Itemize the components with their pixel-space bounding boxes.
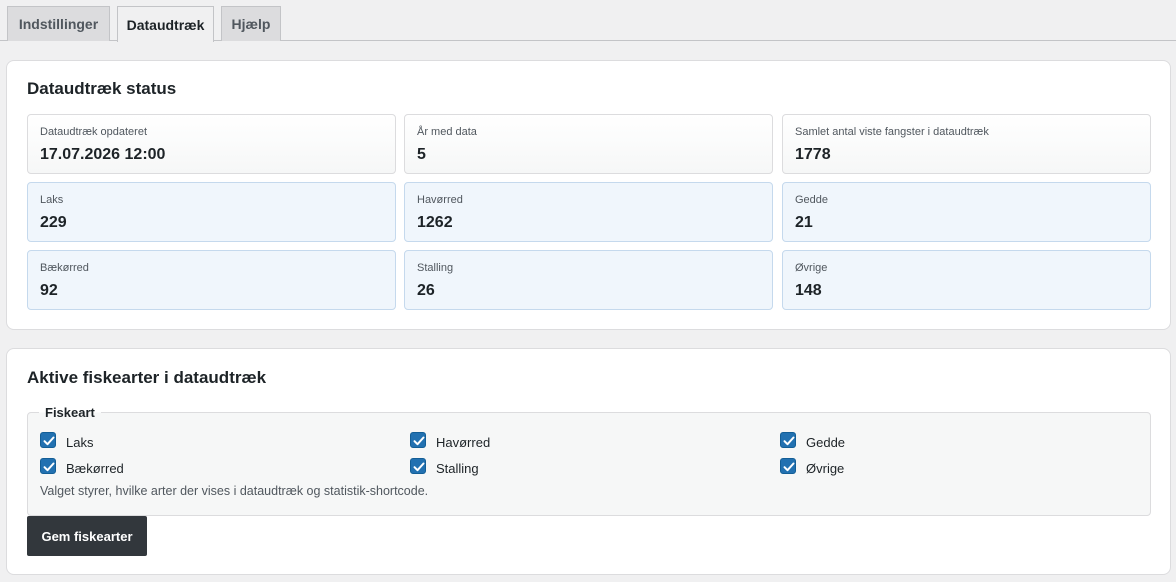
stat-label: Havørred bbox=[417, 194, 463, 206]
checkbox-baekorred[interactable]: Bækørred bbox=[40, 458, 124, 476]
checkbox-checked-icon[interactable] bbox=[410, 458, 426, 474]
stat-value: 92 bbox=[40, 282, 58, 299]
stat-value: 229 bbox=[40, 214, 67, 231]
species-hint: Valget styrer, hvilke arter der vises i … bbox=[40, 484, 429, 498]
checkbox-gedde[interactable]: Gedde bbox=[780, 432, 845, 450]
stat-label: År med data bbox=[417, 126, 477, 138]
stat-value: 17.07.2026 12:00 bbox=[40, 146, 166, 163]
stat-value: 1262 bbox=[417, 214, 453, 231]
stat-label: Gedde bbox=[795, 194, 829, 206]
stat-total-catches: Samlet antal viste fangster i dataudtræk… bbox=[782, 114, 1151, 174]
stat-label: Laks bbox=[40, 194, 64, 206]
stat-updated: Dataudtræk opdateret 17.07.2026 12:00 bbox=[27, 114, 396, 174]
checkbox-havorred[interactable]: Havørred bbox=[410, 432, 490, 450]
checkbox-label[interactable]: Bækørred bbox=[66, 461, 124, 476]
species-fieldset: Fiskeart Laks Havørred Gedde Bækørred St… bbox=[27, 405, 1151, 516]
stat-value: 148 bbox=[795, 282, 822, 299]
checkbox-ovrige[interactable]: Øvrige bbox=[780, 458, 844, 476]
stat-stalling: Stalling 26 bbox=[404, 250, 773, 310]
checkbox-label[interactable]: Havørred bbox=[436, 435, 490, 450]
status-title: Dataudtræk status bbox=[27, 79, 177, 98]
species-title: Aktive fiskearter i dataudtræk bbox=[27, 368, 267, 387]
stat-value: 21 bbox=[795, 214, 813, 231]
checkbox-label[interactable]: Øvrige bbox=[806, 461, 844, 476]
tab-hjaelp[interactable]: Hjælp bbox=[221, 6, 281, 41]
fieldset-legend: Fiskeart bbox=[39, 405, 101, 420]
checkbox-checked-icon[interactable] bbox=[410, 432, 426, 448]
stat-value: 26 bbox=[417, 282, 435, 299]
stat-label: Stalling bbox=[417, 262, 454, 274]
status-card: Dataudtræk status Dataudtræk opdateret 1… bbox=[6, 60, 1171, 330]
stat-label: Øvrige bbox=[795, 262, 828, 274]
checkbox-label[interactable]: Gedde bbox=[806, 435, 845, 450]
save-species-button[interactable]: Gem fiskearter bbox=[27, 516, 147, 556]
checkbox-laks[interactable]: Laks bbox=[40, 432, 93, 450]
checkbox-label[interactable]: Stalling bbox=[436, 461, 479, 476]
checkbox-checked-icon[interactable] bbox=[780, 432, 796, 448]
checkbox-checked-icon[interactable] bbox=[40, 458, 56, 474]
tab-dataudtraek[interactable]: Dataudtræk bbox=[117, 6, 214, 42]
checkbox-checked-icon[interactable] bbox=[780, 458, 796, 474]
stat-laks: Laks 229 bbox=[27, 182, 396, 242]
stat-baekorred: Bækørred 92 bbox=[27, 250, 396, 310]
checkbox-checked-icon[interactable] bbox=[40, 432, 56, 448]
stat-label: Bækørred bbox=[40, 262, 89, 274]
species-card: Aktive fiskearter i dataudtræk Fiskeart … bbox=[6, 348, 1171, 575]
stat-label: Samlet antal viste fangster i dataudtræk bbox=[795, 126, 989, 138]
checkbox-stalling[interactable]: Stalling bbox=[410, 458, 479, 476]
checkbox-label[interactable]: Laks bbox=[66, 435, 93, 450]
stat-value: 1778 bbox=[795, 146, 831, 163]
stat-ovrige: Øvrige 148 bbox=[782, 250, 1151, 310]
stat-years: År med data 5 bbox=[404, 114, 773, 174]
stat-gedde: Gedde 21 bbox=[782, 182, 1151, 242]
tab-bar: Indstillinger Dataudtræk Hjælp bbox=[0, 0, 1176, 42]
stat-label: Dataudtræk opdateret bbox=[40, 126, 148, 138]
stat-value: 5 bbox=[417, 146, 426, 163]
tab-indstillinger[interactable]: Indstillinger bbox=[7, 6, 110, 41]
stat-havorred: Havørred 1262 bbox=[404, 182, 773, 242]
